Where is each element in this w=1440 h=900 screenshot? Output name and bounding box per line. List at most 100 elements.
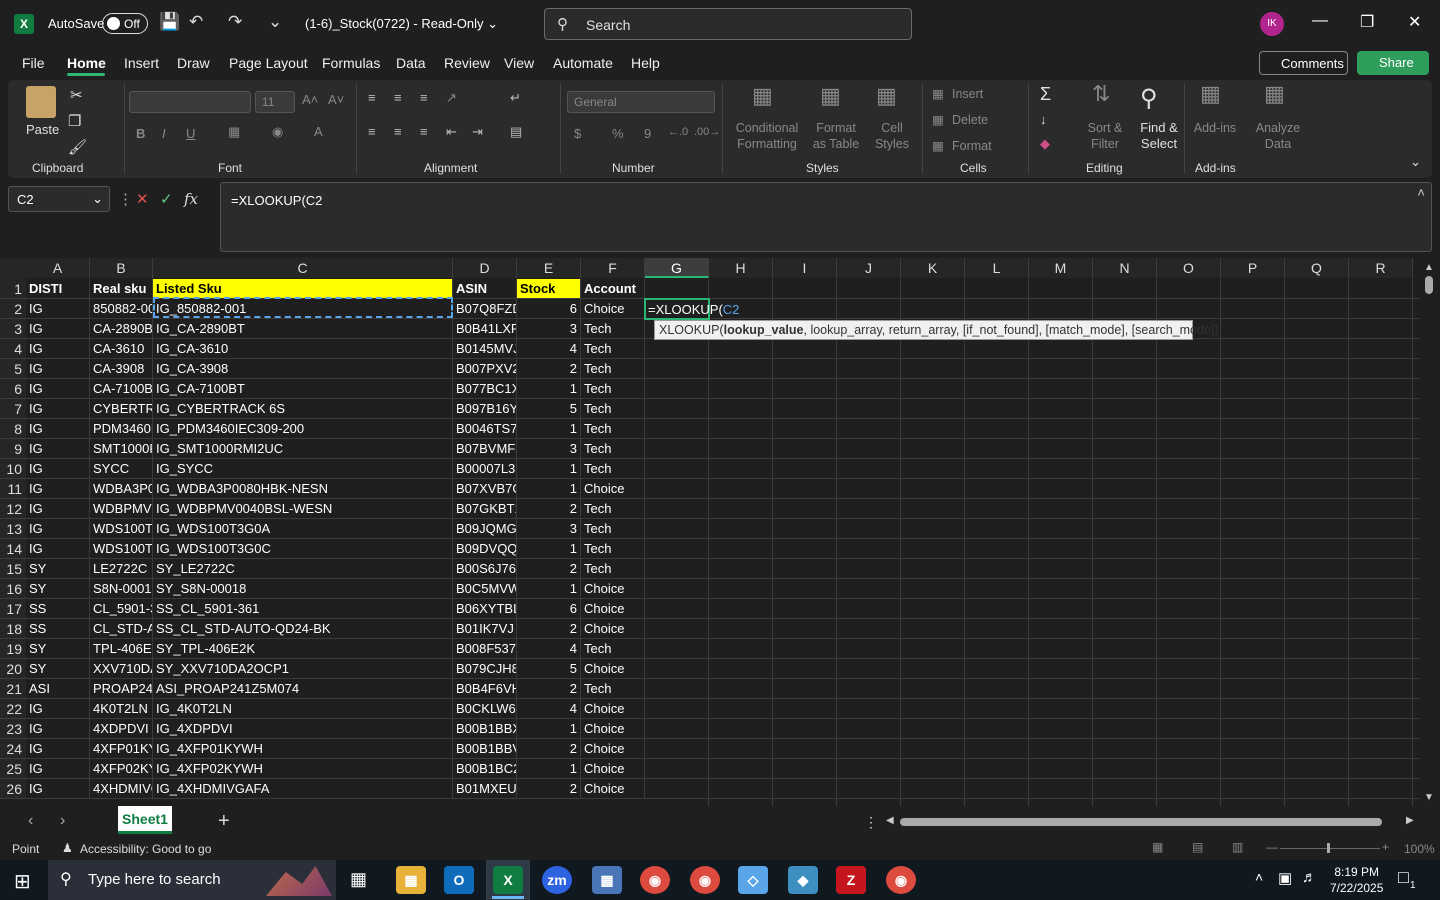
table-cell[interactable]: IG: [26, 379, 90, 399]
table-cell[interactable]: 1: [517, 459, 581, 479]
search-box[interactable]: ⚲ Search: [544, 8, 912, 40]
table-cell[interactable]: 4XDPDVI: [90, 719, 153, 739]
row-header[interactable]: 4: [0, 339, 26, 359]
clear-icon[interactable]: ◆: [1040, 136, 1050, 152]
avatar[interactable]: IK: [1260, 12, 1284, 36]
row-header[interactable]: 22: [0, 699, 26, 719]
table-cell[interactable]: IG: [26, 719, 90, 739]
chrome-profile-icon[interactable]: ◉: [886, 866, 916, 894]
underline-icon[interactable]: U: [186, 126, 195, 141]
analyze-data-button[interactable]: Analyze Data: [1252, 120, 1304, 152]
table-cell[interactable]: Tech: [581, 639, 645, 659]
column-header-c[interactable]: C: [153, 258, 453, 278]
row-header[interactable]: 18: [0, 619, 26, 639]
vertical-scrollbar[interactable]: [1420, 258, 1440, 806]
table-cell[interactable]: B0C5MVW: [453, 579, 517, 599]
column-header-q[interactable]: Q: [1285, 258, 1349, 278]
table-cell[interactable]: 2: [517, 359, 581, 379]
column-header-p[interactable]: P: [1221, 258, 1285, 278]
page-layout-view-icon[interactable]: ▤: [1192, 840, 1203, 854]
table-cell[interactable]: IG: [26, 779, 90, 799]
table-cell[interactable]: B00B1BC2: [453, 759, 517, 779]
table-cell[interactable]: Tech: [581, 339, 645, 359]
row-header[interactable]: 21: [0, 679, 26, 699]
table-cell[interactable]: IG: [26, 739, 90, 759]
sort-filter-button[interactable]: Sort & Filter: [1082, 120, 1128, 152]
addins-button[interactable]: Add-ins: [1188, 120, 1242, 136]
table-cell[interactable]: Tech: [581, 519, 645, 539]
row-header[interactable]: 19: [0, 639, 26, 659]
table-cell[interactable]: CA-2890BT: [90, 319, 153, 339]
align-right-icon[interactable]: ≡: [420, 124, 428, 139]
worksheet-grid[interactable]: A B C D E F G H I J K L M N O P Q R 1 DISTI Real sku Listed S…: [0, 258, 1420, 806]
table-cell[interactable]: CL_STD-AU: [90, 619, 153, 639]
table-cell[interactable]: IG: [26, 419, 90, 439]
table-cell[interactable]: B07BVMF3: [453, 439, 517, 459]
table-cell[interactable]: TPL-406E2: [90, 639, 153, 659]
row-header[interactable]: 14: [0, 539, 26, 559]
table-cell[interactable]: Tech: [581, 319, 645, 339]
table-cell[interactable]: IG_CA-3908: [153, 359, 453, 379]
row-header[interactable]: 10: [0, 459, 26, 479]
table-cell[interactable]: Tech: [581, 379, 645, 399]
table-cell[interactable]: 2: [517, 619, 581, 639]
restore-icon[interactable]: ❐: [1360, 12, 1374, 32]
select-all-corner[interactable]: [0, 258, 26, 279]
table-cell[interactable]: 1: [517, 479, 581, 499]
table-cell[interactable]: SY: [26, 559, 90, 579]
table-cell[interactable]: Choice: [581, 759, 645, 779]
orientation-icon[interactable]: ↗: [446, 90, 457, 106]
table-cell[interactable]: 2: [517, 779, 581, 799]
row-header[interactable]: 7: [0, 399, 26, 419]
table-cell[interactable]: Choice: [581, 739, 645, 759]
percent-icon[interactable]: %: [612, 126, 624, 141]
table-cell[interactable]: SS: [26, 599, 90, 619]
app-icon[interactable]: ◇: [738, 866, 768, 894]
scroll-up-icon[interactable]: ▲: [1424, 262, 1434, 273]
scroll-down-icon[interactable]: ▼: [1424, 792, 1434, 803]
tooltip-function-name[interactable]: XLOOKUP(: [659, 323, 724, 337]
row-header[interactable]: 8: [0, 419, 26, 439]
row-header[interactable]: 15: [0, 559, 26, 579]
wrap-text-icon[interactable]: ↵: [510, 90, 521, 106]
bottom-align-icon[interactable]: ≡: [420, 90, 428, 105]
format-cells-button[interactable]: Format: [952, 138, 992, 154]
table-cell[interactable]: 3: [517, 319, 581, 339]
table-cell[interactable]: 2: [517, 679, 581, 699]
enter-icon[interactable]: ✓: [160, 190, 173, 208]
row-header[interactable]: 9: [0, 439, 26, 459]
table-cell[interactable]: Choice: [581, 299, 645, 319]
merge-center-icon[interactable]: ▤: [510, 124, 522, 140]
chevron-up-icon[interactable]: ˄: [1255, 869, 1263, 885]
tab-formulas[interactable]: Formulas: [322, 55, 380, 71]
table-cell[interactable]: B077BC1X: [453, 379, 517, 399]
tab-home[interactable]: Home: [67, 55, 106, 71]
cut-icon[interactable]: ✂: [70, 86, 83, 104]
save-icon[interactable]: 💾: [159, 12, 180, 32]
table-cell[interactable]: IG: [26, 459, 90, 479]
column-header-a[interactable]: A: [26, 258, 90, 278]
table-cell[interactable]: 4XHDMIVGA: [90, 779, 153, 799]
table-cell[interactable]: B09DVQQ: [453, 539, 517, 559]
normal-view-icon[interactable]: ▦: [1152, 840, 1163, 854]
table-cell[interactable]: IG_4XFP02KYWH: [153, 759, 453, 779]
excel-taskbar-icon[interactable]: X: [493, 866, 523, 894]
row-header[interactable]: 16: [0, 579, 26, 599]
table-cell[interactable]: Tech: [581, 499, 645, 519]
chrome-profile-icon[interactable]: ◉: [690, 866, 720, 894]
table-cell[interactable]: IG: [26, 399, 90, 419]
horizontal-scroll-thumb[interactable]: [900, 818, 1382, 826]
close-icon[interactable]: ✕: [1408, 12, 1421, 32]
paste-label[interactable]: Paste: [26, 122, 59, 137]
table-cell[interactable]: IG_WDBPMV0040BSL-WESN: [153, 499, 453, 519]
table-cell[interactable]: IG_SMT1000RMI2UC: [153, 439, 453, 459]
table-cell[interactable]: SS_CL_STD-AUTO-QD24-BK: [153, 619, 453, 639]
zoom-app-icon[interactable]: zm: [542, 866, 572, 894]
header-cell-a[interactable]: DISTI: [26, 279, 90, 299]
table-cell[interactable]: 4: [517, 699, 581, 719]
table-cell[interactable]: IG: [26, 539, 90, 559]
tab-help[interactable]: Help: [631, 55, 660, 71]
table-cell[interactable]: SY_XXV710DA2OCP1: [153, 659, 453, 679]
table-cell[interactable]: 1: [517, 419, 581, 439]
italic-icon[interactable]: I: [162, 126, 166, 141]
